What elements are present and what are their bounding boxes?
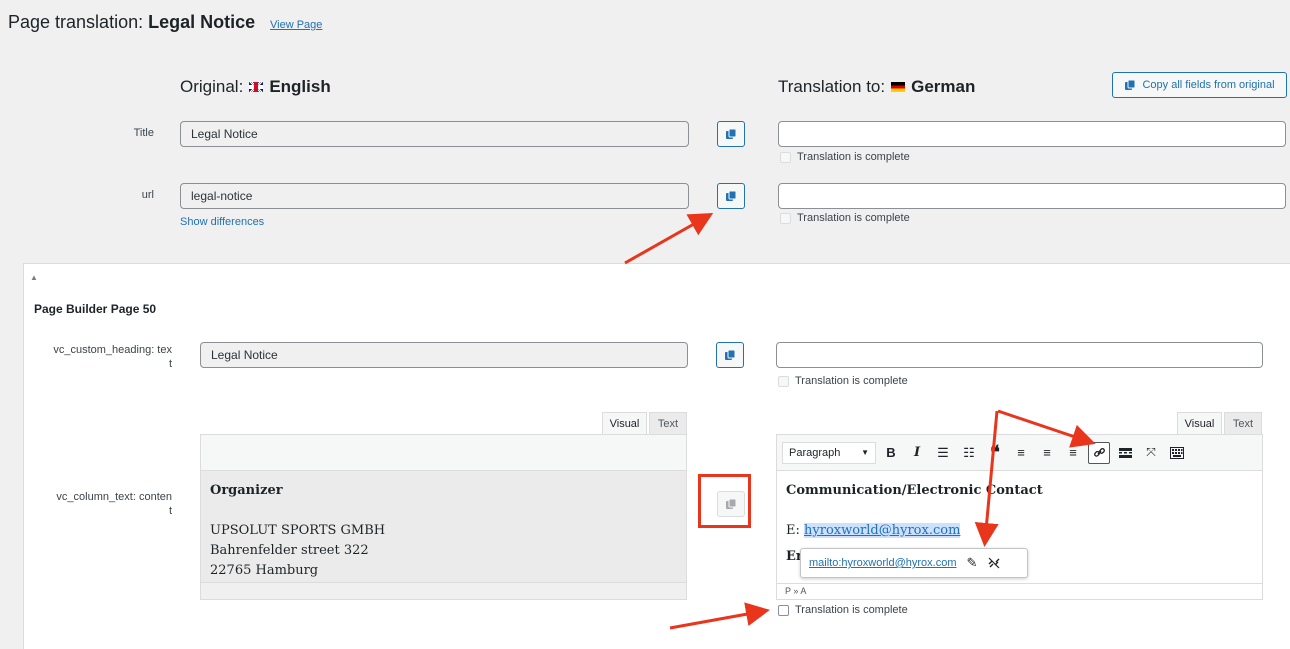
- arrow-to-link-popup: [974, 410, 999, 547]
- annotation-arrows: [624, 213, 1096, 630]
- arrow-to-complete-checkbox: [669, 602, 770, 630]
- arrow-to-url-copy: [624, 213, 714, 265]
- arrow-to-link-button: [997, 409, 1096, 448]
